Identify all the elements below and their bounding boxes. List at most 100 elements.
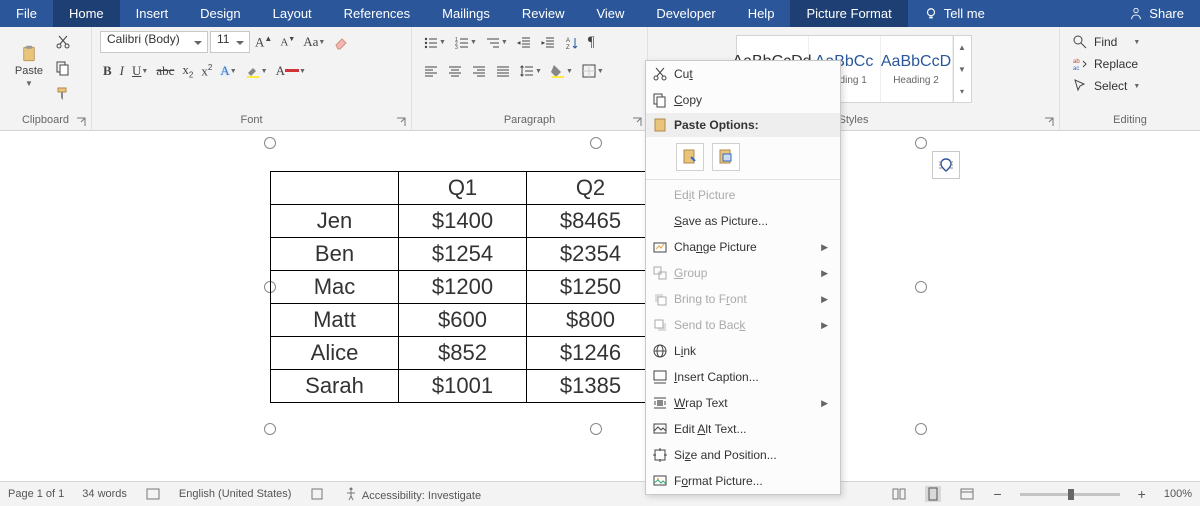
- share-icon: [1129, 7, 1143, 21]
- show-marks-button[interactable]: ¶: [585, 31, 598, 54]
- justify-button[interactable]: [492, 60, 514, 82]
- dialog-launcher-icon[interactable]: [75, 116, 87, 128]
- ctx-link[interactable]: Link: [646, 338, 840, 364]
- selection-handle[interactable]: [915, 281, 927, 293]
- multilevel-list-button[interactable]: ▼: [482, 32, 511, 54]
- underline-button[interactable]: U▼: [129, 60, 151, 82]
- editing-label: Editing: [1060, 112, 1200, 130]
- paste-button[interactable]: Paste ▼: [8, 31, 50, 101]
- tab-home[interactable]: Home: [53, 0, 120, 27]
- align-center-button[interactable]: [444, 60, 466, 82]
- tab-references[interactable]: References: [328, 0, 426, 27]
- ctx-save-as-picture[interactable]: Save as Picture...: [646, 208, 840, 234]
- read-mode-icon[interactable]: [891, 486, 907, 502]
- table-cell: Ben: [271, 238, 399, 271]
- align-right-button[interactable]: [468, 60, 490, 82]
- selection-handle[interactable]: [264, 137, 276, 149]
- macro-icon[interactable]: [309, 486, 325, 502]
- clear-formatting-button[interactable]: [330, 31, 352, 53]
- link-icon: [652, 343, 668, 359]
- format-painter-button[interactable]: [52, 83, 74, 105]
- styles-more[interactable]: ▲▼▾: [953, 36, 971, 102]
- zoom-level[interactable]: 100%: [1164, 488, 1192, 500]
- increase-indent-button[interactable]: [537, 32, 559, 54]
- align-left-button[interactable]: [420, 60, 442, 82]
- line-spacing-button[interactable]: ▼: [516, 60, 545, 82]
- status-page[interactable]: Page 1 of 1: [8, 488, 64, 500]
- page[interactable]: Q1 Q2 Q3 Q4 Jen$1400$84659722 Ben$1254$2…: [180, 131, 1020, 471]
- paste-picture-button[interactable]: [712, 143, 740, 171]
- dialog-launcher-icon[interactable]: [631, 116, 643, 128]
- text-effects-button[interactable]: A▼: [217, 60, 239, 82]
- selection-handle[interactable]: [915, 423, 927, 435]
- selection-handle[interactable]: [915, 137, 927, 149]
- zoom-thumb[interactable]: [1068, 489, 1074, 500]
- tab-view[interactable]: View: [580, 0, 640, 27]
- numbering-button[interactable]: 123▼: [451, 32, 480, 54]
- layout-options-button[interactable]: [932, 151, 960, 179]
- highlight-button[interactable]: ▼: [242, 60, 271, 82]
- ctx-cut[interactable]: Cut: [646, 61, 840, 87]
- tab-design[interactable]: Design: [184, 0, 256, 27]
- tell-me[interactable]: Tell me: [908, 0, 1001, 27]
- change-case-button[interactable]: Aa▼: [300, 31, 328, 53]
- find-button[interactable]: Find▼: [1070, 31, 1142, 53]
- share-button[interactable]: Share: [1113, 0, 1200, 27]
- selection-handle[interactable]: [590, 137, 602, 149]
- decrease-indent-button[interactable]: [513, 32, 535, 54]
- strikethrough-button[interactable]: abc: [153, 60, 177, 82]
- tab-layout[interactable]: Layout: [257, 0, 328, 27]
- style-heading2[interactable]: AaBbCcDHeading 2: [881, 36, 953, 102]
- dialog-launcher-icon[interactable]: [1043, 116, 1055, 128]
- italic-button[interactable]: I: [117, 60, 127, 82]
- zoom-in-button[interactable]: +: [1138, 486, 1146, 502]
- selection-handle[interactable]: [264, 423, 276, 435]
- ctx-format-picture[interactable]: Format Picture...: [646, 468, 840, 494]
- format-picture-icon: [652, 473, 668, 489]
- layout-options-icon: [937, 156, 955, 174]
- table-cell: Mac: [271, 271, 399, 304]
- ctx-insert-caption[interactable]: Insert Caption...: [646, 364, 840, 390]
- tab-insert[interactable]: Insert: [120, 0, 185, 27]
- status-language[interactable]: English (United States): [179, 488, 292, 500]
- tab-developer[interactable]: Developer: [640, 0, 731, 27]
- subscript-button[interactable]: x2: [179, 59, 196, 83]
- copy-button[interactable]: [52, 57, 74, 79]
- ctx-edit-alt-text[interactable]: Edit Alt Text...: [646, 416, 840, 442]
- tab-file[interactable]: File: [0, 0, 53, 27]
- sort-button[interactable]: AZ: [561, 32, 583, 54]
- status-accessibility[interactable]: Accessibility: Investigate: [343, 486, 481, 502]
- selection-handle[interactable]: [590, 423, 602, 435]
- spellcheck-icon[interactable]: [145, 486, 161, 502]
- status-words[interactable]: 34 words: [82, 488, 127, 500]
- ctx-copy[interactable]: Copy: [646, 87, 840, 113]
- tab-help[interactable]: Help: [732, 0, 791, 27]
- zoom-out-button[interactable]: −: [993, 486, 1001, 502]
- shrink-font-button[interactable]: A▼: [277, 33, 298, 52]
- font-label: Font: [92, 112, 411, 130]
- web-layout-icon[interactable]: [959, 486, 975, 502]
- paste-keep-source-button[interactable]: [676, 143, 704, 171]
- tab-review[interactable]: Review: [506, 0, 581, 27]
- superscript-button[interactable]: x2: [198, 60, 215, 82]
- bullets-button[interactable]: ▼: [420, 32, 449, 54]
- tab-mailings[interactable]: Mailings: [426, 0, 506, 27]
- ctx-wrap-text[interactable]: Wrap Text▶: [646, 390, 840, 416]
- font-color-button[interactable]: A▼: [273, 60, 309, 82]
- grow-font-button[interactable]: A▲: [252, 31, 275, 53]
- cut-button[interactable]: [52, 31, 74, 53]
- select-button[interactable]: Select▼: [1070, 75, 1142, 97]
- dialog-launcher-icon[interactable]: [395, 116, 407, 128]
- borders-button[interactable]: ▼: [578, 60, 607, 82]
- tab-picture-format[interactable]: Picture Format: [790, 0, 907, 27]
- ctx-size-position[interactable]: Size and Position...: [646, 442, 840, 468]
- ctx-change-picture[interactable]: Change Picture▶: [646, 234, 840, 260]
- justify-icon: [495, 63, 511, 79]
- shading-button[interactable]: ▼: [547, 60, 576, 82]
- bold-button[interactable]: B: [100, 60, 115, 82]
- print-layout-icon[interactable]: [925, 486, 941, 502]
- font-name-dropdown[interactable]: Calibri (Body): [100, 31, 208, 53]
- font-size-dropdown[interactable]: 11: [210, 31, 250, 53]
- replace-button[interactable]: abacReplace: [1070, 53, 1142, 75]
- zoom-slider[interactable]: [1020, 493, 1120, 496]
